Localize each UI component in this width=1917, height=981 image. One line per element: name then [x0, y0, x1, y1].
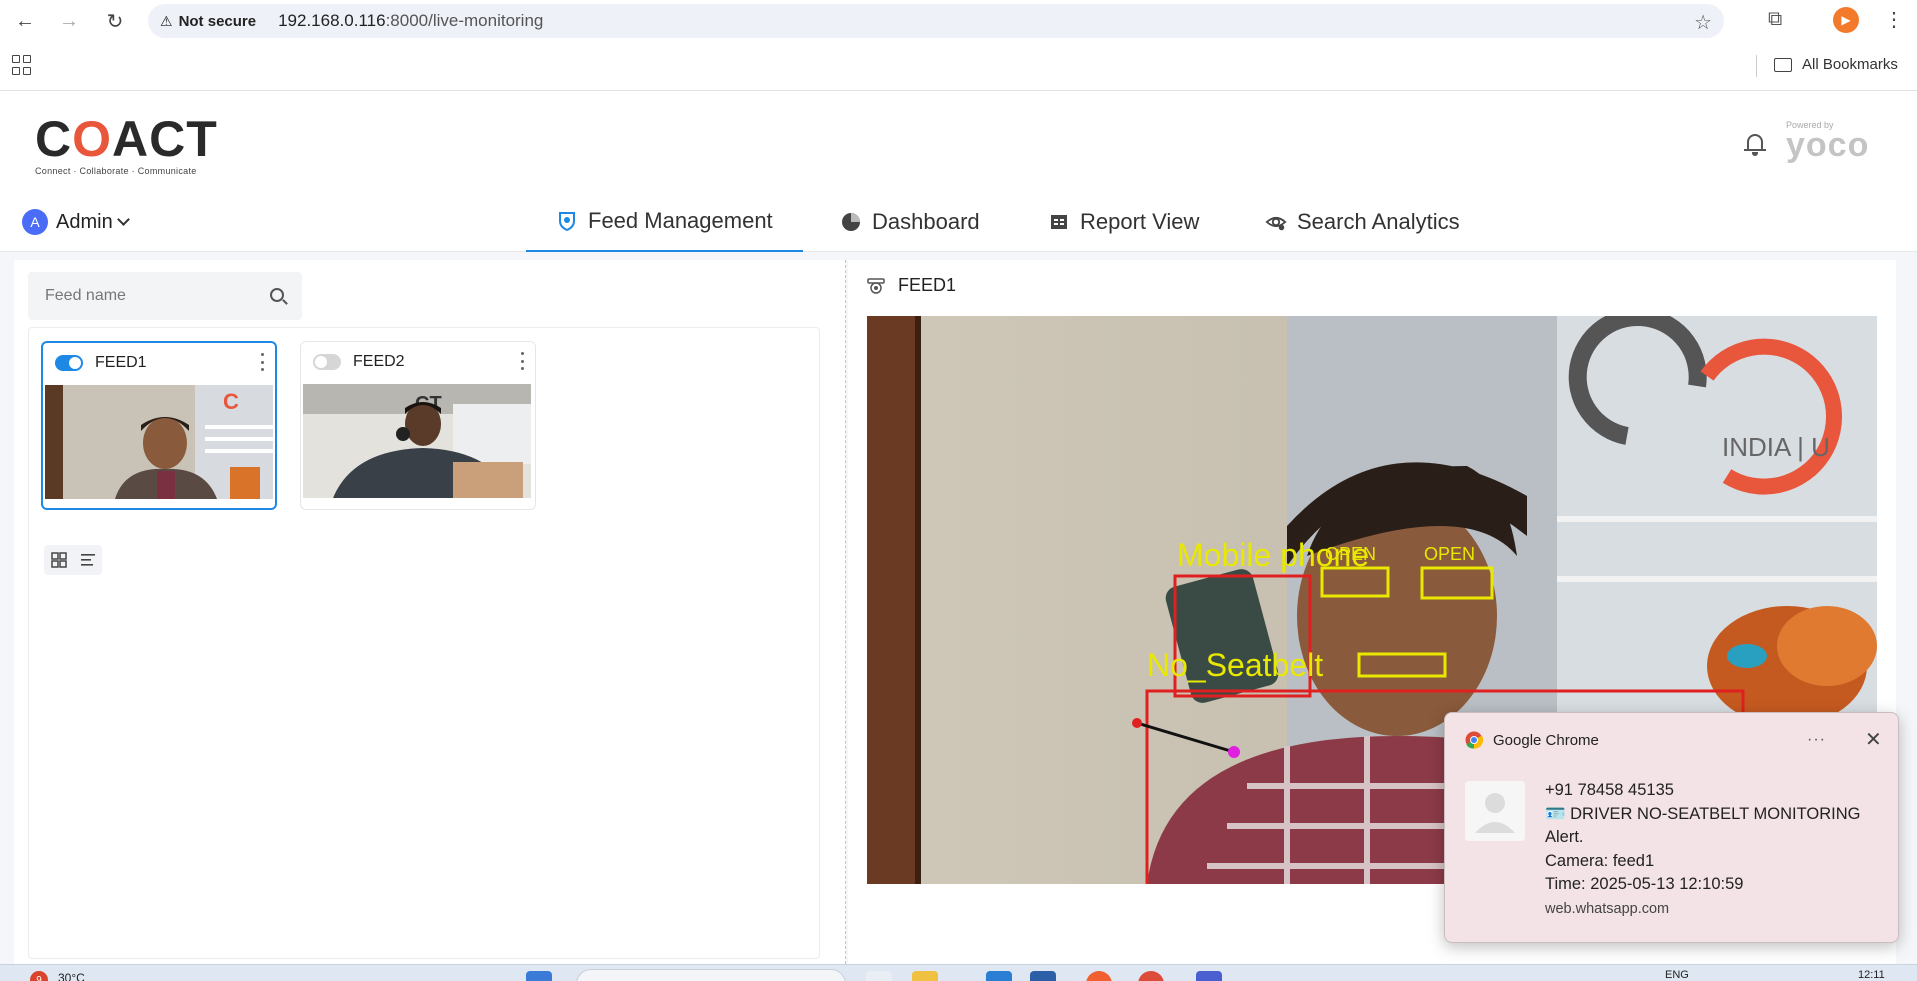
language-indicator[interactable]: ENG: [1665, 969, 1689, 981]
view-mode-toggle: [44, 545, 102, 575]
profile-avatar[interactable]: ▶: [1833, 7, 1859, 33]
notification-app-name: Google Chrome: [1493, 731, 1599, 749]
list-view-icon[interactable]: [73, 545, 102, 575]
taskbar-app-icon[interactable]: [1086, 971, 1112, 981]
camera-shield-icon: [556, 210, 578, 232]
extensions-icon[interactable]: ⧉: [1768, 8, 1782, 31]
report-icon: [1048, 211, 1070, 233]
camera-icon: [866, 277, 886, 295]
viewer-title: FEED1: [866, 275, 956, 296]
grid-view-icon[interactable]: [44, 545, 73, 575]
windows-taskbar: 9 30°C ENG 12:11: [0, 964, 1917, 981]
panel-divider: [845, 260, 846, 964]
close-icon[interactable]: ✕: [1865, 727, 1882, 752]
avatar: A: [22, 209, 48, 235]
eye-gear-icon: [1265, 211, 1287, 233]
more-vertical-icon[interactable]: [521, 352, 525, 370]
forward-icon[interactable]: →: [56, 8, 82, 34]
notification-sender: +91 78458 45135: [1545, 781, 1674, 799]
bookmark-star-icon[interactable]: ☆: [1694, 10, 1712, 35]
warning-icon: ⚠: [160, 12, 173, 29]
feed-thumbnail[interactable]: CT: [303, 384, 531, 498]
yoco-logo: Powered by yoco: [1786, 120, 1870, 164]
browser-toolbar: ← → ↻ ⚠ Not secure 192.168.0.116:8000/li…: [0, 0, 1917, 41]
notification-message: +91 78458 45135 🪪 DRIVER NO-SEATBELT MON…: [1545, 779, 1885, 897]
feed-card[interactable]: FEED2 CT: [300, 341, 536, 510]
chrome-logo-icon: [1465, 731, 1484, 749]
tab-report-view[interactable]: Report View: [1048, 192, 1199, 252]
contact-avatar-icon: [1465, 781, 1525, 841]
coact-logo[interactable]: COACT Connect · Collaborate · Communicat…: [35, 114, 218, 176]
tab-search-analytics[interactable]: Search Analytics: [1265, 192, 1460, 252]
file-explorer-icon[interactable]: [912, 971, 938, 981]
detection-label: No_Seatbelt: [1147, 647, 1323, 683]
feed-name: FEED1: [95, 354, 147, 371]
notification-more-icon[interactable]: ···: [1807, 731, 1826, 749]
reload-icon[interactable]: ↻: [102, 8, 128, 34]
feed-enable-toggle[interactable]: [313, 354, 341, 370]
feed-thumbnail[interactable]: C: [45, 385, 273, 499]
edge-icon[interactable]: [986, 971, 1012, 981]
tab-dashboard[interactable]: Dashboard: [840, 192, 980, 252]
tab-feed-management[interactable]: Feed Management: [526, 192, 803, 252]
feed-card[interactable]: FEED1 C: [41, 341, 277, 510]
feed-enable-toggle[interactable]: [55, 355, 83, 371]
back-icon[interactable]: ←: [12, 8, 38, 34]
svg-text:C: C: [223, 389, 239, 414]
chevron-down-icon: [116, 213, 130, 226]
notification-bell-icon[interactable]: [1744, 132, 1766, 156]
taskbar-app-icon[interactable]: [866, 971, 892, 981]
feed-search: [28, 272, 302, 320]
user-menu[interactable]: A Admin: [22, 209, 130, 235]
detection-label: OPEN: [1424, 544, 1475, 564]
browser-menu-icon[interactable]: ⋮: [1884, 7, 1904, 32]
all-bookmarks-button[interactable]: All Bookmarks: [1774, 56, 1898, 73]
app-header: COACT Connect · Collaborate · Communicat…: [0, 92, 1917, 192]
bookmarks-bar: All Bookmarks: [0, 41, 1917, 91]
more-vertical-icon[interactable]: [261, 353, 265, 371]
feed-search-input[interactable]: [45, 287, 255, 305]
pie-chart-icon: [840, 211, 862, 233]
taskbar-app-icon[interactable]: [1030, 971, 1056, 981]
apps-grid-icon[interactable]: [12, 55, 32, 75]
search-icon[interactable]: [270, 288, 284, 302]
not-secure-chip[interactable]: ⚠ Not secure: [160, 13, 256, 30]
clock[interactable]: 12:11: [1858, 969, 1885, 981]
detection-label: OPEN: [1325, 544, 1376, 564]
chrome-notification[interactable]: Google Chrome ··· ✕ +91 78458 45135 🪪 DR…: [1444, 712, 1899, 943]
taskbar-app-icon[interactable]: [1196, 971, 1222, 981]
windows-start-icon[interactable]: [526, 971, 552, 981]
folder-icon: [1774, 57, 1792, 72]
url-text[interactable]: 192.168.0.116:8000/live-monitoring: [278, 11, 543, 31]
user-name: Admin: [56, 210, 113, 233]
bookmarks-separator: [1756, 55, 1757, 77]
feed-name: FEED2: [353, 353, 405, 370]
notification-source: web.whatsapp.com: [1545, 901, 1670, 917]
weather-badge: 9: [30, 971, 48, 981]
weather-widget[interactable]: 9 30°C: [30, 967, 85, 981]
main-nav: A Admin Feed Management Dashboard Report…: [0, 192, 1917, 252]
address-bar[interactable]: ⚠ Not secure 192.168.0.116:8000/live-mon…: [148, 4, 1724, 38]
chrome-taskbar-icon[interactable]: [1138, 971, 1164, 981]
wall-sign-text: INDIA | U: [1722, 432, 1830, 462]
taskbar-search[interactable]: [576, 969, 846, 981]
